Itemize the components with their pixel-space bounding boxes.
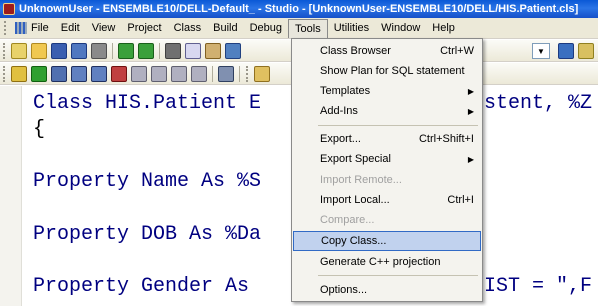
- compare-label: Compare...: [320, 214, 375, 226]
- menu-item-generate-cpp[interactable]: Generate C++ projection: [292, 252, 482, 272]
- print-icon[interactable]: [91, 42, 107, 59]
- import-local-shortcut: Ctrl+I: [447, 194, 474, 206]
- menu-project[interactable]: Project: [121, 19, 167, 38]
- code-line-1[interactable]: Class HIS.Patient E: [33, 92, 261, 115]
- code-line-5-tail: IST = ",F: [484, 275, 593, 298]
- menu-item-import-local[interactable]: Import Local... Ctrl+I: [292, 190, 482, 210]
- app-icon: [3, 3, 15, 15]
- submenu-arrow-icon: ▶: [467, 106, 474, 116]
- pause-icon[interactable]: [71, 65, 87, 82]
- show-plan-label: Show Plan for SQL statement: [320, 65, 465, 77]
- code-line-4[interactable]: Property DOB As %Da: [33, 223, 261, 246]
- tool-icon[interactable]: [578, 43, 594, 59]
- menu-separator: [318, 125, 478, 126]
- outdent-icon[interactable]: [151, 65, 167, 82]
- indent-icon[interactable]: [131, 65, 147, 82]
- menu-edit[interactable]: Edit: [55, 19, 86, 38]
- menu-item-options[interactable]: Options...: [292, 280, 482, 300]
- options-label: Options...: [320, 284, 368, 296]
- submenu-arrow-icon: ▶: [467, 154, 474, 164]
- toolbar-divider: [112, 42, 113, 59]
- globe-icon[interactable]: [558, 43, 574, 59]
- title-bar: UnknownUser - ENSEMBLE10/DELL-Default_ -…: [0, 0, 598, 18]
- tools-menu: Class Browser Ctrl+W Show Plan for SQL s…: [291, 38, 483, 302]
- menu-item-compare: Compare...: [292, 210, 482, 230]
- menu-tools[interactable]: Tools: [288, 18, 328, 38]
- comment-icon[interactable]: [171, 65, 187, 82]
- paste-icon[interactable]: [205, 42, 221, 59]
- menu-bar: File Edit View Project Class Build Debug…: [0, 18, 598, 39]
- menu-item-export-special[interactable]: Export Special ▶: [292, 149, 482, 169]
- submenu-arrow-icon: ▶: [467, 86, 474, 96]
- generate-cpp-label: Generate C++ projection: [320, 256, 441, 268]
- menu-item-copy-class[interactable]: Copy Class...: [293, 231, 481, 251]
- toolbar-dropdown[interactable]: ▼: [532, 43, 550, 59]
- wizard-icon[interactable]: [254, 65, 270, 82]
- code-line-2[interactable]: {: [33, 118, 45, 141]
- forward-icon[interactable]: [138, 42, 154, 59]
- undo-icon[interactable]: [225, 42, 241, 59]
- menu-class[interactable]: Class: [168, 19, 208, 38]
- breakpoint-icon[interactable]: [111, 65, 127, 82]
- class-browser-shortcut: Ctrl+W: [440, 45, 474, 57]
- inspector-icon[interactable]: [218, 65, 234, 82]
- menu-item-add-ins[interactable]: Add-Ins ▶: [292, 101, 482, 121]
- add-ins-label: Add-Ins: [320, 105, 358, 117]
- new-icon[interactable]: [11, 42, 27, 59]
- menu-item-import-remote: Import Remote...: [292, 170, 482, 190]
- menu-item-class-browser[interactable]: Class Browser Ctrl+W: [292, 41, 482, 61]
- menu-file[interactable]: File: [9, 19, 55, 38]
- export-label: Export...: [320, 133, 361, 145]
- code-line-5[interactable]: Property Gender As: [33, 275, 261, 298]
- toolbar-grip[interactable]: [3, 65, 6, 82]
- editor-gutter: [0, 86, 22, 306]
- toolbar-divider: [159, 42, 160, 59]
- menu-file-label: File: [31, 22, 49, 34]
- save-all-icon[interactable]: [71, 42, 87, 59]
- import-remote-label: Import Remote...: [320, 174, 402, 186]
- app-menu-icon: [15, 22, 27, 34]
- menu-build[interactable]: Build: [207, 19, 243, 38]
- templates-label: Templates: [320, 85, 371, 97]
- uncomment-icon[interactable]: [191, 65, 207, 82]
- toolbar-divider: [212, 65, 213, 82]
- menu-utilities[interactable]: Utilities: [328, 19, 375, 38]
- import-local-label: Import Local...: [320, 194, 390, 206]
- copy-class-label: Copy Class...: [321, 235, 387, 247]
- run-icon[interactable]: [31, 65, 47, 82]
- export-special-label: Export Special: [320, 153, 391, 165]
- class-browser-label: Class Browser: [320, 45, 391, 57]
- cut-icon[interactable]: [165, 42, 181, 59]
- copy-icon[interactable]: [185, 42, 201, 59]
- menu-window[interactable]: Window: [375, 19, 426, 38]
- back-icon[interactable]: [118, 42, 134, 59]
- compile-icon[interactable]: [11, 65, 27, 82]
- menu-item-show-plan[interactable]: Show Plan for SQL statement: [292, 61, 482, 81]
- menu-view[interactable]: View: [86, 19, 122, 38]
- toolbar-divider: [239, 65, 240, 82]
- code-line-1-text: Class HIS.Patient E: [33, 92, 262, 115]
- code-line-3[interactable]: Property Name As %S: [33, 170, 261, 193]
- export-shortcut: Ctrl+Shift+I: [418, 133, 474, 145]
- code-line-1-tail: stent, %Z: [484, 92, 593, 115]
- menu-separator: [318, 275, 478, 276]
- toolbar-grip[interactable]: [3, 42, 6, 59]
- menu-item-templates[interactable]: Templates ▶: [292, 81, 482, 101]
- save-icon[interactable]: [51, 42, 67, 59]
- open-folder-icon[interactable]: [31, 42, 47, 59]
- toolbar-grip[interactable]: [246, 65, 249, 82]
- menu-item-export[interactable]: Export... Ctrl+Shift+I: [292, 129, 482, 149]
- menubar-grip[interactable]: [4, 21, 7, 35]
- stop-icon[interactable]: [91, 65, 107, 82]
- step-icon[interactable]: [51, 65, 67, 82]
- menu-debug[interactable]: Debug: [244, 19, 288, 38]
- window-title: UnknownUser - ENSEMBLE10/DELL-Default_ -…: [19, 3, 579, 15]
- chevron-down-icon: ▼: [537, 46, 545, 56]
- menu-help[interactable]: Help: [426, 19, 461, 38]
